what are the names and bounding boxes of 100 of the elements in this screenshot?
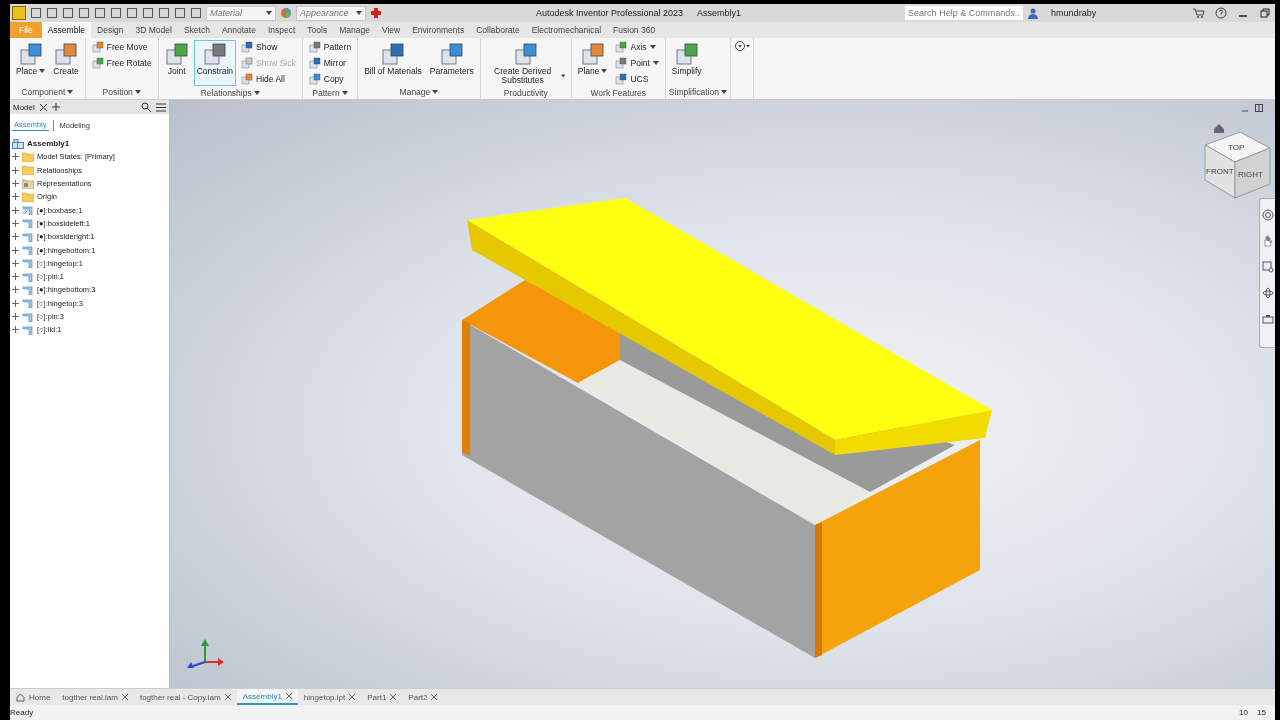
close-icon[interactable] [121,694,128,700]
expand-icon[interactable] [12,273,19,281]
caret-icon [720,90,727,94]
group-label[interactable]: Simplification [668,87,727,97]
expand-icon[interactable] [12,166,19,174]
ribbon-button[interactable]: Bill of Materials [361,40,425,85]
plus-icon[interactable] [370,7,382,19]
expand-icon[interactable] [12,180,19,188]
ribbon-tab[interactable]: Sketch [177,22,216,38]
close-icon[interactable] [39,103,47,111]
appearance-dropdown[interactable]: Appearance [296,5,366,21]
orbit-icon[interactable] [1261,287,1274,299]
ribbon-tab[interactable]: Assemble [41,22,92,38]
ribbon-button[interactable]: Create Derived Substitutes [483,40,568,87]
app-logo[interactable] [12,6,26,20]
close-icon[interactable] [431,694,438,700]
ribbon-button[interactable]: Point [612,56,662,70]
expand-icon[interactable] [12,193,19,201]
ribbon-tab[interactable]: Tools [301,22,334,38]
ribbon-button[interactable]: Create [50,40,82,85]
ribbon-button[interactable]: Hide All [238,72,299,86]
group-label[interactable]: Position [102,87,141,97]
ribbon-button[interactable]: Show [238,40,299,54]
document-tab[interactable]: togther real.iam [56,689,134,705]
material-dropdown[interactable]: Material [206,5,276,21]
expand-icon[interactable] [12,259,19,267]
ribbon-button[interactable]: Plane [574,40,611,86]
zoom-icon[interactable] [1261,261,1274,273]
hand-icon[interactable] [1261,235,1274,247]
ribbon-button[interactable]: Joint [161,40,192,86]
ribbon-tab[interactable]: 3D Model [129,22,178,38]
group-label[interactable]: Manage [399,87,439,97]
expand-icon[interactable] [12,326,19,334]
ribbon-button[interactable]: Pattern [305,40,355,54]
document-tab[interactable]: togther real - Copy.iam [133,689,237,705]
close-icon[interactable] [224,694,231,700]
color-wheel-icon[interactable] [280,7,292,19]
ribbon-button[interactable]: Free Rotate [88,56,155,70]
restore-icon[interactable] [1255,104,1263,112]
tool-icon [54,42,78,66]
tool-icon [674,42,699,66]
group-label[interactable]: Pattern [312,87,348,98]
look-at-icon[interactable] [1261,313,1274,325]
search-icon[interactable] [141,102,151,112]
ribbon-tab[interactable]: Design [91,22,130,38]
cube-face-label[interactable]: FRONT [1206,167,1234,176]
ribbon-button[interactable]: Place [13,40,49,85]
ribbon-button[interactable]: Axis [612,40,662,54]
ribbon-tab[interactable]: Fusion 360 [607,22,662,38]
cube-face-label[interactable]: RIGHT [1238,170,1263,179]
ribbon-button[interactable]: Copy [305,72,355,86]
document-tab[interactable]: Home [10,689,57,705]
ribbon-tab[interactable]: Electromechanical [525,22,608,38]
user-icon[interactable] [1027,7,1040,19]
ribbon-button[interactable]: Parameters [426,40,477,85]
restore-icon[interactable] [1259,7,1271,19]
more-options-icon[interactable] [733,40,750,52]
menu-icon[interactable] [156,102,166,112]
expand-icon[interactable] [12,153,19,161]
close-icon[interactable] [349,694,356,700]
close-icon[interactable] [285,693,292,699]
help-icon[interactable] [1215,7,1227,19]
ribbon-tab[interactable]: Manage [333,22,376,38]
document-tab[interactable]: Part2 [402,689,444,705]
search-field[interactable]: Search Help & Commands... [905,6,1024,20]
ribbon-button[interactable]: Free Move [88,40,155,54]
ribbon-button[interactable]: Mirror [305,56,355,70]
expand-icon[interactable] [12,206,19,214]
add-icon[interactable] [51,103,60,111]
group-label[interactable]: Component [21,87,74,97]
ribbon-tab[interactable]: Inspect [261,22,302,38]
user-name[interactable]: hmundraby [1051,8,1097,18]
cart-icon[interactable] [1193,7,1205,19]
group-label[interactable]: Relationships [200,87,260,98]
ribbon-tab[interactable]: Annotate [215,22,262,38]
expand-icon[interactable] [12,313,19,320]
document-tab[interactable]: Part1 [361,689,403,705]
ribbon-tab[interactable]: Collaborate [470,22,526,38]
ribbon-tab[interactable]: View [375,22,407,38]
ribbon-button[interactable]: Constrain [193,40,237,86]
tree-item[interactable]: Assembly1 [27,139,70,149]
group-label[interactable]: Productivity [503,87,548,98]
close-icon[interactable] [390,694,397,700]
steering-wheel-icon[interactable] [1261,209,1274,221]
ribbon-button[interactable]: UCS [612,72,662,86]
caret-icon [649,45,656,49]
view-cube[interactable]: TOP FRONT RIGHT [1204,131,1271,199]
group-label[interactable]: Work Features [590,87,647,98]
document-tab[interactable]: Assembly1 [236,689,298,705]
expand-icon[interactable] [12,219,19,227]
expand-icon[interactable] [12,246,19,254]
ribbon-button[interactable]: Simplify [668,40,705,85]
tool-icon [308,57,321,69]
ribbon-tab[interactable]: Environments [406,22,471,38]
expand-icon[interactable] [12,233,19,241]
expand-icon[interactable] [12,299,19,307]
panel-tab[interactable]: Model [13,102,35,112]
cube-face-label[interactable]: TOP [1228,143,1245,152]
document-tab[interactable]: hingetop.ipt [297,689,362,705]
expand-icon[interactable] [12,286,19,294]
